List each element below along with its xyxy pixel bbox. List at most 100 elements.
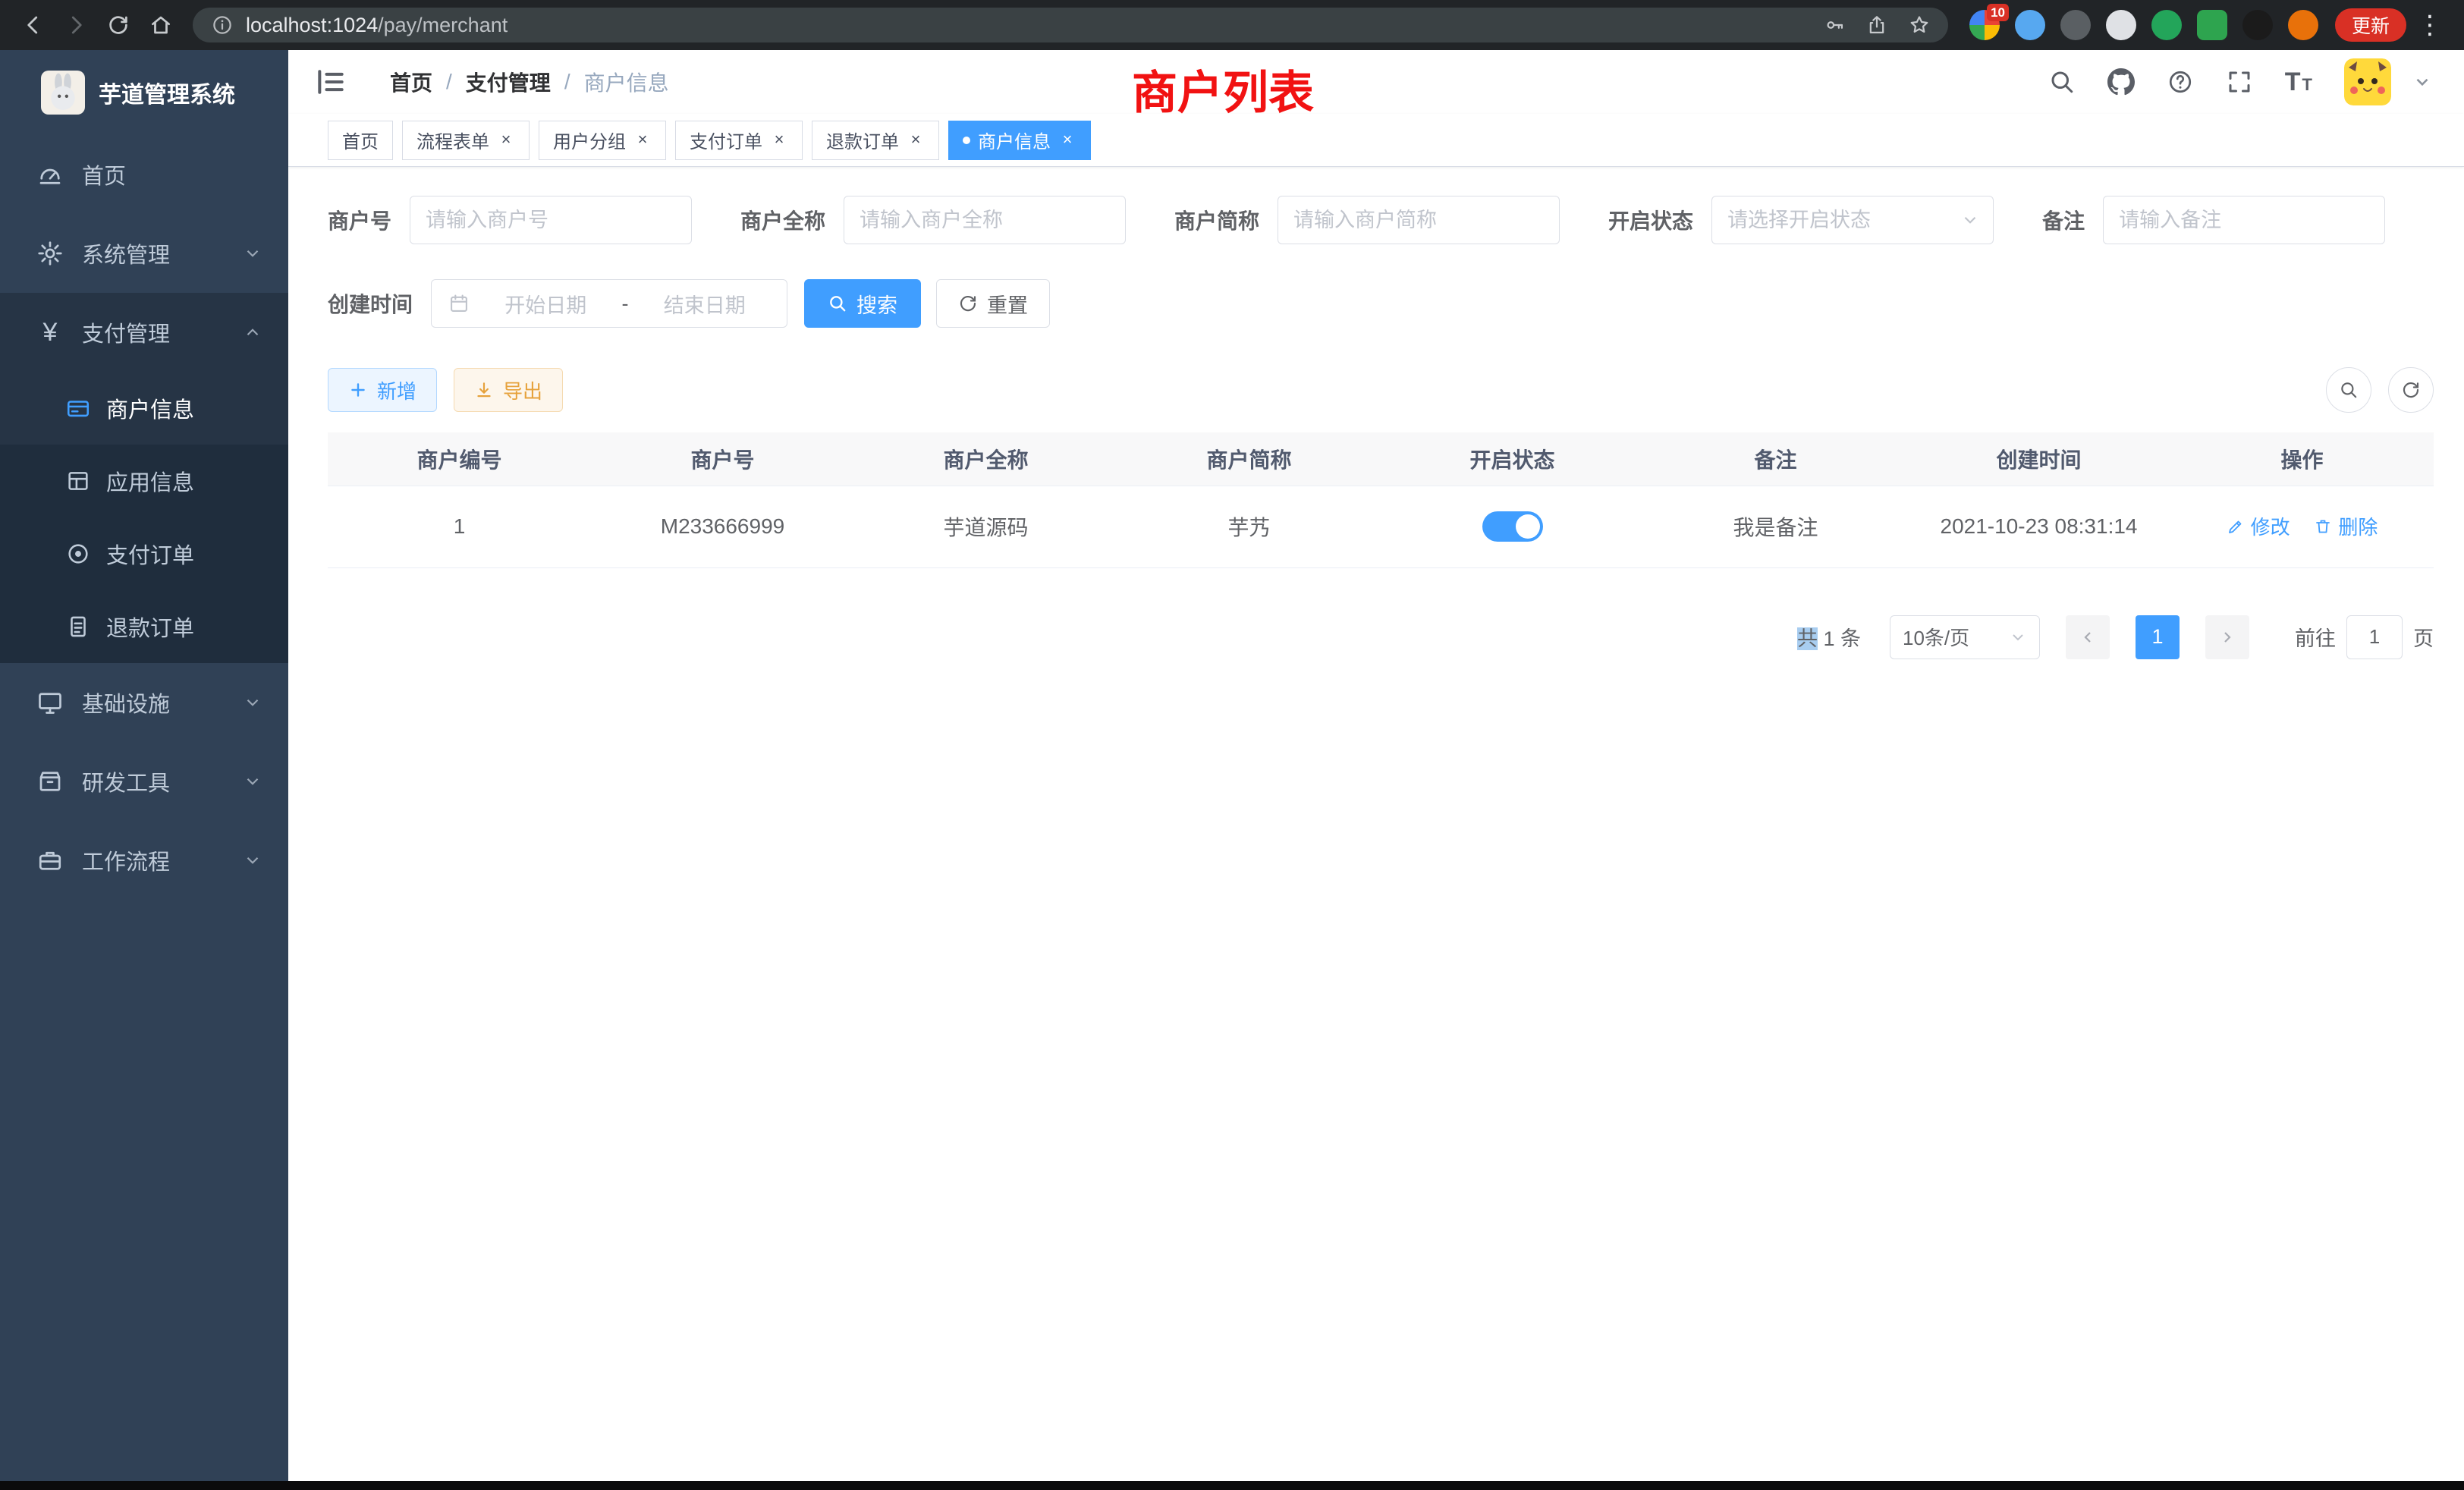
close-icon[interactable]: × [1058, 131, 1076, 149]
end-date-placeholder: 结束日期 [640, 289, 771, 319]
current-page[interactable]: 1 [2136, 615, 2180, 659]
browser-back-button[interactable] [14, 5, 53, 45]
chrome-update-button[interactable]: 更新 [2335, 8, 2406, 42]
tag-pay-order[interactable]: 支付订单× [675, 121, 803, 160]
sidebar-subitem-pay-order[interactable]: 支付订单 [0, 517, 288, 590]
status-select[interactable] [1711, 196, 1994, 244]
sidebar-subitem-app-info[interactable]: 应用信息 [0, 445, 288, 517]
logo-avatar-icon [41, 71, 85, 115]
sidebar-subitem-merchant-info[interactable]: 商户信息 [0, 372, 288, 445]
goto-page: 前往 页 [2295, 615, 2434, 659]
page-size-select[interactable]: 10条/页 [1890, 615, 2040, 659]
help-icon[interactable] [2167, 68, 2194, 96]
app-logo[interactable]: 芋道管理系统 [0, 50, 288, 135]
merchant-no-input[interactable] [410, 196, 692, 244]
text-size-icon[interactable]: TT [2285, 69, 2312, 95]
navbar-actions: TT [2048, 58, 2432, 105]
extension-icon-6[interactable] [2197, 10, 2227, 40]
close-icon[interactable]: × [633, 131, 652, 149]
close-icon[interactable]: × [770, 131, 788, 149]
page-info-icon[interactable] [211, 14, 234, 36]
sidebar-subitem-label: 商户信息 [106, 392, 194, 424]
github-icon[interactable] [2107, 68, 2135, 96]
remark-input[interactable] [2103, 196, 2385, 244]
briefcase-icon [36, 847, 64, 874]
sidebar-item-label: 系统管理 [82, 237, 170, 269]
date-range-picker[interactable]: 开始日期 - 结束日期 [431, 279, 787, 328]
sidebar-item-home[interactable]: 首页 [0, 135, 288, 214]
toggle-search-button[interactable] [2326, 367, 2371, 413]
home-icon [149, 14, 172, 36]
extension-icon-8[interactable] [2288, 10, 2318, 40]
search-icon[interactable] [2048, 68, 2076, 96]
calendar-icon [448, 293, 470, 314]
extension-icon-7[interactable] [2242, 10, 2273, 40]
delete-link[interactable]: 删除 [2314, 512, 2378, 540]
chevron-down-icon [243, 244, 262, 263]
browser-menu-icon[interactable]: ⋮ [2409, 12, 2450, 38]
close-icon[interactable]: × [907, 131, 925, 149]
extension-icon-2[interactable] [2015, 10, 2045, 40]
sidebar-item-workflow[interactable]: 工作流程 [0, 821, 288, 900]
password-key-icon[interactable] [1824, 14, 1845, 36]
hamburger-icon[interactable] [314, 65, 347, 99]
browser-forward-button[interactable] [56, 5, 96, 45]
top-navbar: 首页 / 支付管理 / 商户信息 TT [288, 50, 2464, 114]
cell-short-name: 芋艿 [1117, 486, 1381, 567]
col-short-name: 商户简称 [1117, 432, 1381, 486]
sidebar-item-label: 工作流程 [82, 844, 170, 876]
sidebar-item-payment[interactable]: ¥ 支付管理 [0, 293, 288, 372]
tags-view-bar: 首页 流程表单× 用户分组× 支付订单× 退款订单× 商户信息× [288, 114, 2464, 167]
close-icon[interactable]: × [497, 131, 515, 149]
share-icon[interactable] [1866, 14, 1887, 36]
fullscreen-icon[interactable] [2226, 68, 2253, 96]
next-page-button[interactable] [2205, 615, 2249, 659]
prev-page-button[interactable] [2066, 615, 2110, 659]
add-button[interactable]: 新增 [328, 368, 437, 412]
tag-user-group[interactable]: 用户分组× [539, 121, 666, 160]
yen-icon: ¥ [36, 319, 64, 345]
tag-process-form[interactable]: 流程表单× [402, 121, 530, 160]
export-button[interactable]: 导出 [454, 368, 563, 412]
tag-merchant-info[interactable]: 商户信息× [948, 121, 1091, 160]
sidebar-item-system[interactable]: 系统管理 [0, 214, 288, 293]
reset-button[interactable]: 重置 [936, 279, 1050, 328]
merchant-name-input[interactable] [844, 196, 1126, 244]
search-button[interactable]: 搜索 [804, 279, 921, 328]
pagination: 共 1 条 10条/页 1 前往 页 [328, 615, 2434, 659]
refresh-table-button[interactable] [2388, 367, 2434, 413]
sidebar-subitem-refund-order[interactable]: 退款订单 [0, 590, 288, 663]
main-area: 商户列表 首页 / 支付管理 / 商户信息 TT [288, 50, 2464, 1481]
edit-link[interactable]: 修改 [2227, 512, 2290, 540]
merchant-short-input[interactable] [1278, 196, 1560, 244]
chevron-right-icon [2218, 628, 2236, 646]
col-merchant-index: 商户编号 [328, 432, 591, 486]
tag-refund-order[interactable]: 退款订单× [812, 121, 939, 160]
user-avatar[interactable] [2344, 58, 2391, 105]
cell-created: 2021-10-23 08:31:14 [1907, 486, 2170, 567]
search-icon [828, 294, 847, 313]
bookmark-star-icon[interactable] [1909, 14, 1930, 36]
status-toggle[interactable] [1482, 511, 1543, 542]
extension-icon-5[interactable] [2151, 10, 2182, 40]
date-separator: - [622, 292, 629, 316]
filter-remark: 备注 [2042, 196, 2385, 244]
extension-badge: 10 [1987, 4, 2009, 21]
document-icon [65, 614, 91, 640]
sidebar-item-dev-tools[interactable]: 研发工具 [0, 742, 288, 821]
avatar-dropdown-caret-icon[interactable] [2412, 72, 2432, 92]
extension-icon-3[interactable] [2060, 10, 2091, 40]
url-bar[interactable]: localhost:1024/pay/merchant [193, 8, 1948, 42]
total-count: 共 1 条 [1797, 622, 1861, 652]
browser-reload-button[interactable] [99, 5, 138, 45]
extension-icon-1[interactable]: 10 [1969, 10, 2000, 40]
breadcrumb-payment[interactable]: 支付管理 [466, 67, 551, 97]
chevron-down-icon [2009, 628, 2027, 646]
sidebar-item-infrastructure[interactable]: 基础设施 [0, 663, 288, 742]
gear-icon [36, 240, 64, 267]
tag-home[interactable]: 首页 [328, 121, 393, 160]
extension-icon-4[interactable] [2106, 10, 2136, 40]
goto-page-input[interactable] [2346, 615, 2403, 659]
breadcrumb-home[interactable]: 首页 [390, 67, 432, 97]
browser-home-button[interactable] [141, 5, 181, 45]
